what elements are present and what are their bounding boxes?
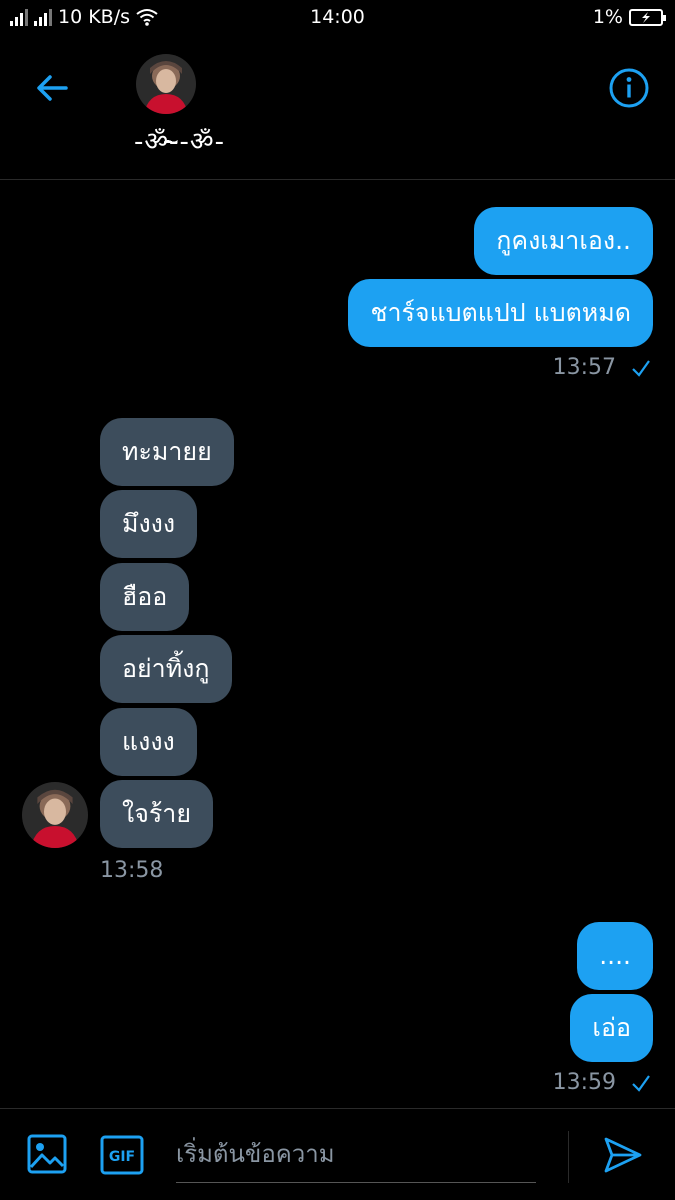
status-bar: 10 KB/s 14:00 1% bbox=[0, 0, 675, 36]
incoming-message[interactable]: ฮืออ bbox=[100, 563, 190, 631]
incoming-message[interactable]: ทะมายย bbox=[100, 418, 234, 486]
incoming-message[interactable]: ใจร้าย bbox=[100, 780, 213, 848]
timestamp-text: 13:57 bbox=[552, 355, 616, 380]
outgoing-message[interactable]: ชาร์จแบตแปป แบตหมด bbox=[348, 279, 653, 347]
read-check-icon bbox=[632, 360, 650, 377]
contact-avatar[interactable] bbox=[136, 54, 196, 114]
outgoing-message[interactable]: เอ่อ bbox=[570, 994, 653, 1062]
composer-divider bbox=[568, 1131, 569, 1183]
message-timestamp: 13:58 bbox=[100, 858, 164, 883]
contact-name: -ॐ-̴̴̴̴̴̴̴̴̴̴̴̴̴̴̴̴̴̴̴̴̴̴̴̴̴̴̴̴̴̴̴̴̴̴̴̴̴… bbox=[134, 127, 225, 157]
incoming-message[interactable]: มึงงง bbox=[100, 490, 198, 558]
message-input[interactable] bbox=[176, 1125, 536, 1183]
conversation-header: -ॐ-̴̴̴̴̴̴̴̴̴̴̴̴̴̴̴̴̴̴̴̴̴̴̴̴̴̴̴̴̴̴̴̴̴̴̴̴̴… bbox=[0, 36, 675, 180]
battery-icon bbox=[629, 8, 666, 26]
read-check-icon bbox=[632, 1075, 650, 1092]
back-arrow-icon[interactable] bbox=[30, 66, 74, 110]
outgoing-message[interactable]: .... bbox=[577, 922, 653, 990]
status-right: 1% bbox=[592, 6, 666, 28]
timestamp-text: 13:59 bbox=[552, 1070, 616, 1095]
message-timestamp: 13:57 bbox=[553, 355, 651, 380]
incoming-message[interactable]: แงงง bbox=[100, 708, 197, 776]
image-icon[interactable] bbox=[26, 1133, 68, 1175]
outgoing-message[interactable]: กูคงเมาเอง.. bbox=[474, 207, 653, 275]
gif-label: GIF bbox=[109, 1149, 135, 1165]
gif-icon[interactable]: GIF bbox=[100, 1135, 144, 1175]
send-icon[interactable] bbox=[603, 1135, 643, 1175]
message-timestamp: 13:59 bbox=[553, 1070, 651, 1095]
sender-avatar[interactable] bbox=[22, 782, 88, 848]
clock: 14:00 bbox=[310, 6, 365, 28]
battery-percent: 1% bbox=[592, 6, 623, 28]
message-composer: GIF bbox=[0, 1108, 675, 1200]
info-icon[interactable] bbox=[607, 66, 651, 110]
incoming-message[interactable]: อย่าทิ้งกู bbox=[100, 635, 232, 703]
